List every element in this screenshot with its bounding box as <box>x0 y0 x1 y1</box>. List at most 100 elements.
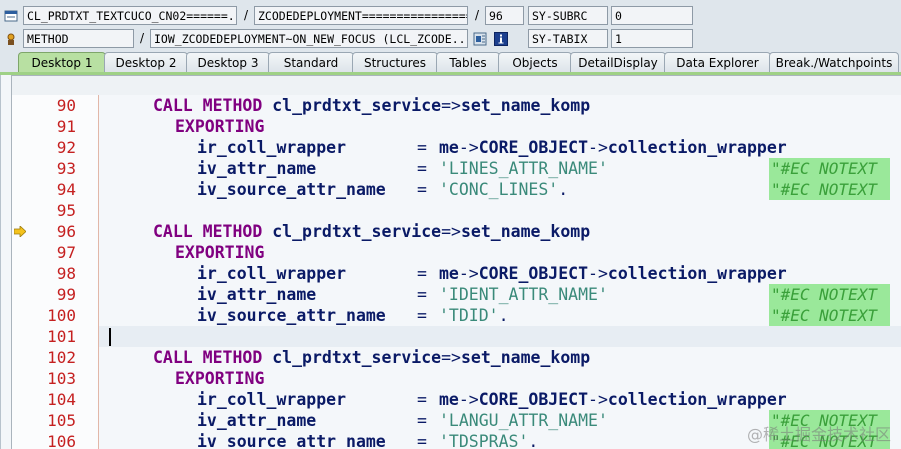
code-line[interactable]: 92 ir_coll_wrapper = me->CORE_OBJECT->co… <box>1 137 901 158</box>
tab-desktop-1[interactable]: Desktop 1 <box>18 52 106 74</box>
line-number: 100 <box>47 306 76 325</box>
code-text: iv_source_attr_name <box>197 306 386 325</box>
line-number-field[interactable]: 96 <box>485 6 524 25</box>
code-text: iv_source_attr_name <box>197 432 386 449</box>
code-text: 'LINES_ATTR_NAME' <box>439 159 608 178</box>
desktop-tabs: Desktop 1 Desktop 2 Desktop 3 Standard S… <box>0 52 901 74</box>
separator-slash: / <box>475 8 480 22</box>
separator-slash: / <box>140 31 145 45</box>
code-line-current[interactable]: 101 <box>1 326 901 347</box>
pragma-comment: "#EC NOTEXT <box>769 284 890 305</box>
line-number: 102 <box>47 348 76 367</box>
code-text: = <box>417 390 427 409</box>
program-field[interactable]: CL_PRDTXT_TEXTCUCO_CN02======... <box>23 6 237 25</box>
line-number: 105 <box>47 411 76 430</box>
code-line[interactable]: 96 CALL METHOD cl_prdtxt_service=>set_na… <box>1 221 901 242</box>
information-icon[interactable] <box>494 32 508 46</box>
code-text: 'CONC_LINES'. <box>439 180 569 199</box>
code-text: = <box>417 411 427 430</box>
tab-structures[interactable]: Structures <box>352 52 438 73</box>
pragma-comment: "#EC NOTEXT <box>769 179 890 200</box>
code-text: 'IDENT_ATTR_NAME' <box>439 285 608 304</box>
tab-desktop-3[interactable]: Desktop 3 <box>186 52 270 73</box>
code-line[interactable]: 104 ir_coll_wrapper = me->CORE_OBJECT->c… <box>1 389 901 410</box>
navigate-to-source-icon[interactable] <box>473 32 487 46</box>
code-text: iv_source_attr_name <box>197 180 386 199</box>
code-text: = <box>417 264 427 283</box>
line-number: 96 <box>56 222 76 241</box>
text-cursor <box>109 328 111 346</box>
source-code-editor[interactable]: 90 CALL METHOD cl_prdtxt_service=>set_na… <box>0 75 901 449</box>
line-number: 103 <box>47 369 76 388</box>
code-text: EXPORTING <box>175 369 265 388</box>
line-number: 99 <box>56 285 76 304</box>
line-number: 98 <box>56 264 76 283</box>
line-number: 101 <box>47 327 76 346</box>
line-number: 94 <box>56 180 76 199</box>
code-text: 'LANGU_ATTR_NAME' <box>439 411 608 430</box>
program-info-row: CL_PRDTXT_TEXTCUCO_CN02======... / ZCODE… <box>0 6 901 26</box>
tab-tables[interactable]: Tables <box>436 52 500 73</box>
tab-objects[interactable]: Objects <box>498 52 572 73</box>
line-number: 104 <box>47 390 76 409</box>
code-line[interactable]: 90 CALL METHOD cl_prdtxt_service=>set_na… <box>1 95 901 116</box>
tab-break-watchpoints[interactable]: Break./Watchpoints <box>769 52 899 73</box>
sysvar-name-field[interactable]: SY-SUBRC <box>528 6 608 25</box>
code-text: CALL METHOD cl_prdtxt_service=>set_name_… <box>153 222 591 241</box>
code-line[interactable]: 98 ir_coll_wrapper = me->CORE_OBJECT->co… <box>1 263 901 284</box>
code-text: CALL METHOD cl_prdtxt_service=>set_name_… <box>153 96 591 115</box>
code-text: = <box>417 306 427 325</box>
code-text: = <box>417 159 427 178</box>
line-number: 93 <box>56 159 76 178</box>
pragma-comment: "#EC NOTEXT <box>769 305 890 326</box>
code-line[interactable]: 102 CALL METHOD cl_prdtxt_service=>set_n… <box>1 347 901 368</box>
pragma-comment: "#EC NOTEXT <box>769 158 890 179</box>
line-number: 92 <box>56 138 76 157</box>
sysvar-name-field[interactable]: SY-TABIX <box>528 29 608 48</box>
code-text: ir_coll_wrapper <box>197 390 347 409</box>
code-line[interactable]: 91 EXPORTING <box>1 116 901 137</box>
code-line[interactable]: 99 iv_attr_name = 'IDENT_ATTR_NAME' "#EC… <box>1 284 901 305</box>
line-number: 91 <box>56 117 76 136</box>
include-field[interactable]: ZCODEDEPLOYMENT=================... <box>254 6 468 25</box>
code-line[interactable]: 100 iv_source_attr_name = 'TDID'. "#EC N… <box>1 305 901 326</box>
code-text: CALL METHOD cl_prdtxt_service=>set_name_… <box>153 348 591 367</box>
tab-detail-display[interactable]: DetailDisplay <box>570 52 666 73</box>
code-text: ir_coll_wrapper <box>197 264 347 283</box>
code-line[interactable]: 97 EXPORTING <box>1 242 901 263</box>
code-text: = <box>417 432 427 449</box>
current-line-highlight <box>99 326 901 347</box>
tab-standard[interactable]: Standard <box>268 52 354 73</box>
sysvar-value-field[interactable]: 1 <box>611 29 693 48</box>
line-number: 106 <box>47 432 76 449</box>
code-text: me->CORE_OBJECT->collection_wrapper <box>439 390 787 409</box>
sysvar-value-field[interactable]: 0 <box>611 6 693 25</box>
separator-slash: / <box>244 8 249 22</box>
line-number: 97 <box>56 243 76 262</box>
code-line[interactable]: 93 iv_attr_name = 'LINES_ATTR_NAME' "#EC… <box>1 158 901 179</box>
code-text: = <box>417 285 427 304</box>
code-text: me->CORE_OBJECT->collection_wrapper <box>439 138 787 157</box>
event-type-field[interactable]: METHOD <box>23 29 134 48</box>
code-text: iv_attr_name <box>197 411 317 430</box>
editor-header <box>11 75 901 95</box>
event-field[interactable]: IOW_ZCODEDEPLOYMENT~ON_NEW_FOCUS (LCL_ZC… <box>150 29 468 48</box>
code-line[interactable]: 94 iv_source_attr_name = 'CONC_LINES'. "… <box>1 179 901 200</box>
method-icon <box>7 33 15 45</box>
code-text: iv_attr_name <box>197 285 317 304</box>
code-text: ir_coll_wrapper <box>197 138 347 157</box>
code-text: me->CORE_OBJECT->collection_wrapper <box>439 264 787 283</box>
class-pool-icon <box>4 10 18 22</box>
code-line[interactable]: 95 <box>1 200 901 221</box>
tab-desktop-2[interactable]: Desktop 2 <box>104 52 188 73</box>
code-text: 'TDSPRAS'. <box>439 432 539 449</box>
code-text: = <box>417 138 427 157</box>
code-text: EXPORTING <box>175 117 265 136</box>
code-text: EXPORTING <box>175 243 265 262</box>
code-text: iv_attr_name <box>197 159 317 178</box>
watermark: @稀土掘金技术社区 <box>746 425 891 444</box>
code-line[interactable]: 103 EXPORTING <box>1 368 901 389</box>
code-text: = <box>417 180 427 199</box>
tab-data-explorer[interactable]: Data Explorer <box>664 52 771 73</box>
line-number: 95 <box>56 201 76 220</box>
